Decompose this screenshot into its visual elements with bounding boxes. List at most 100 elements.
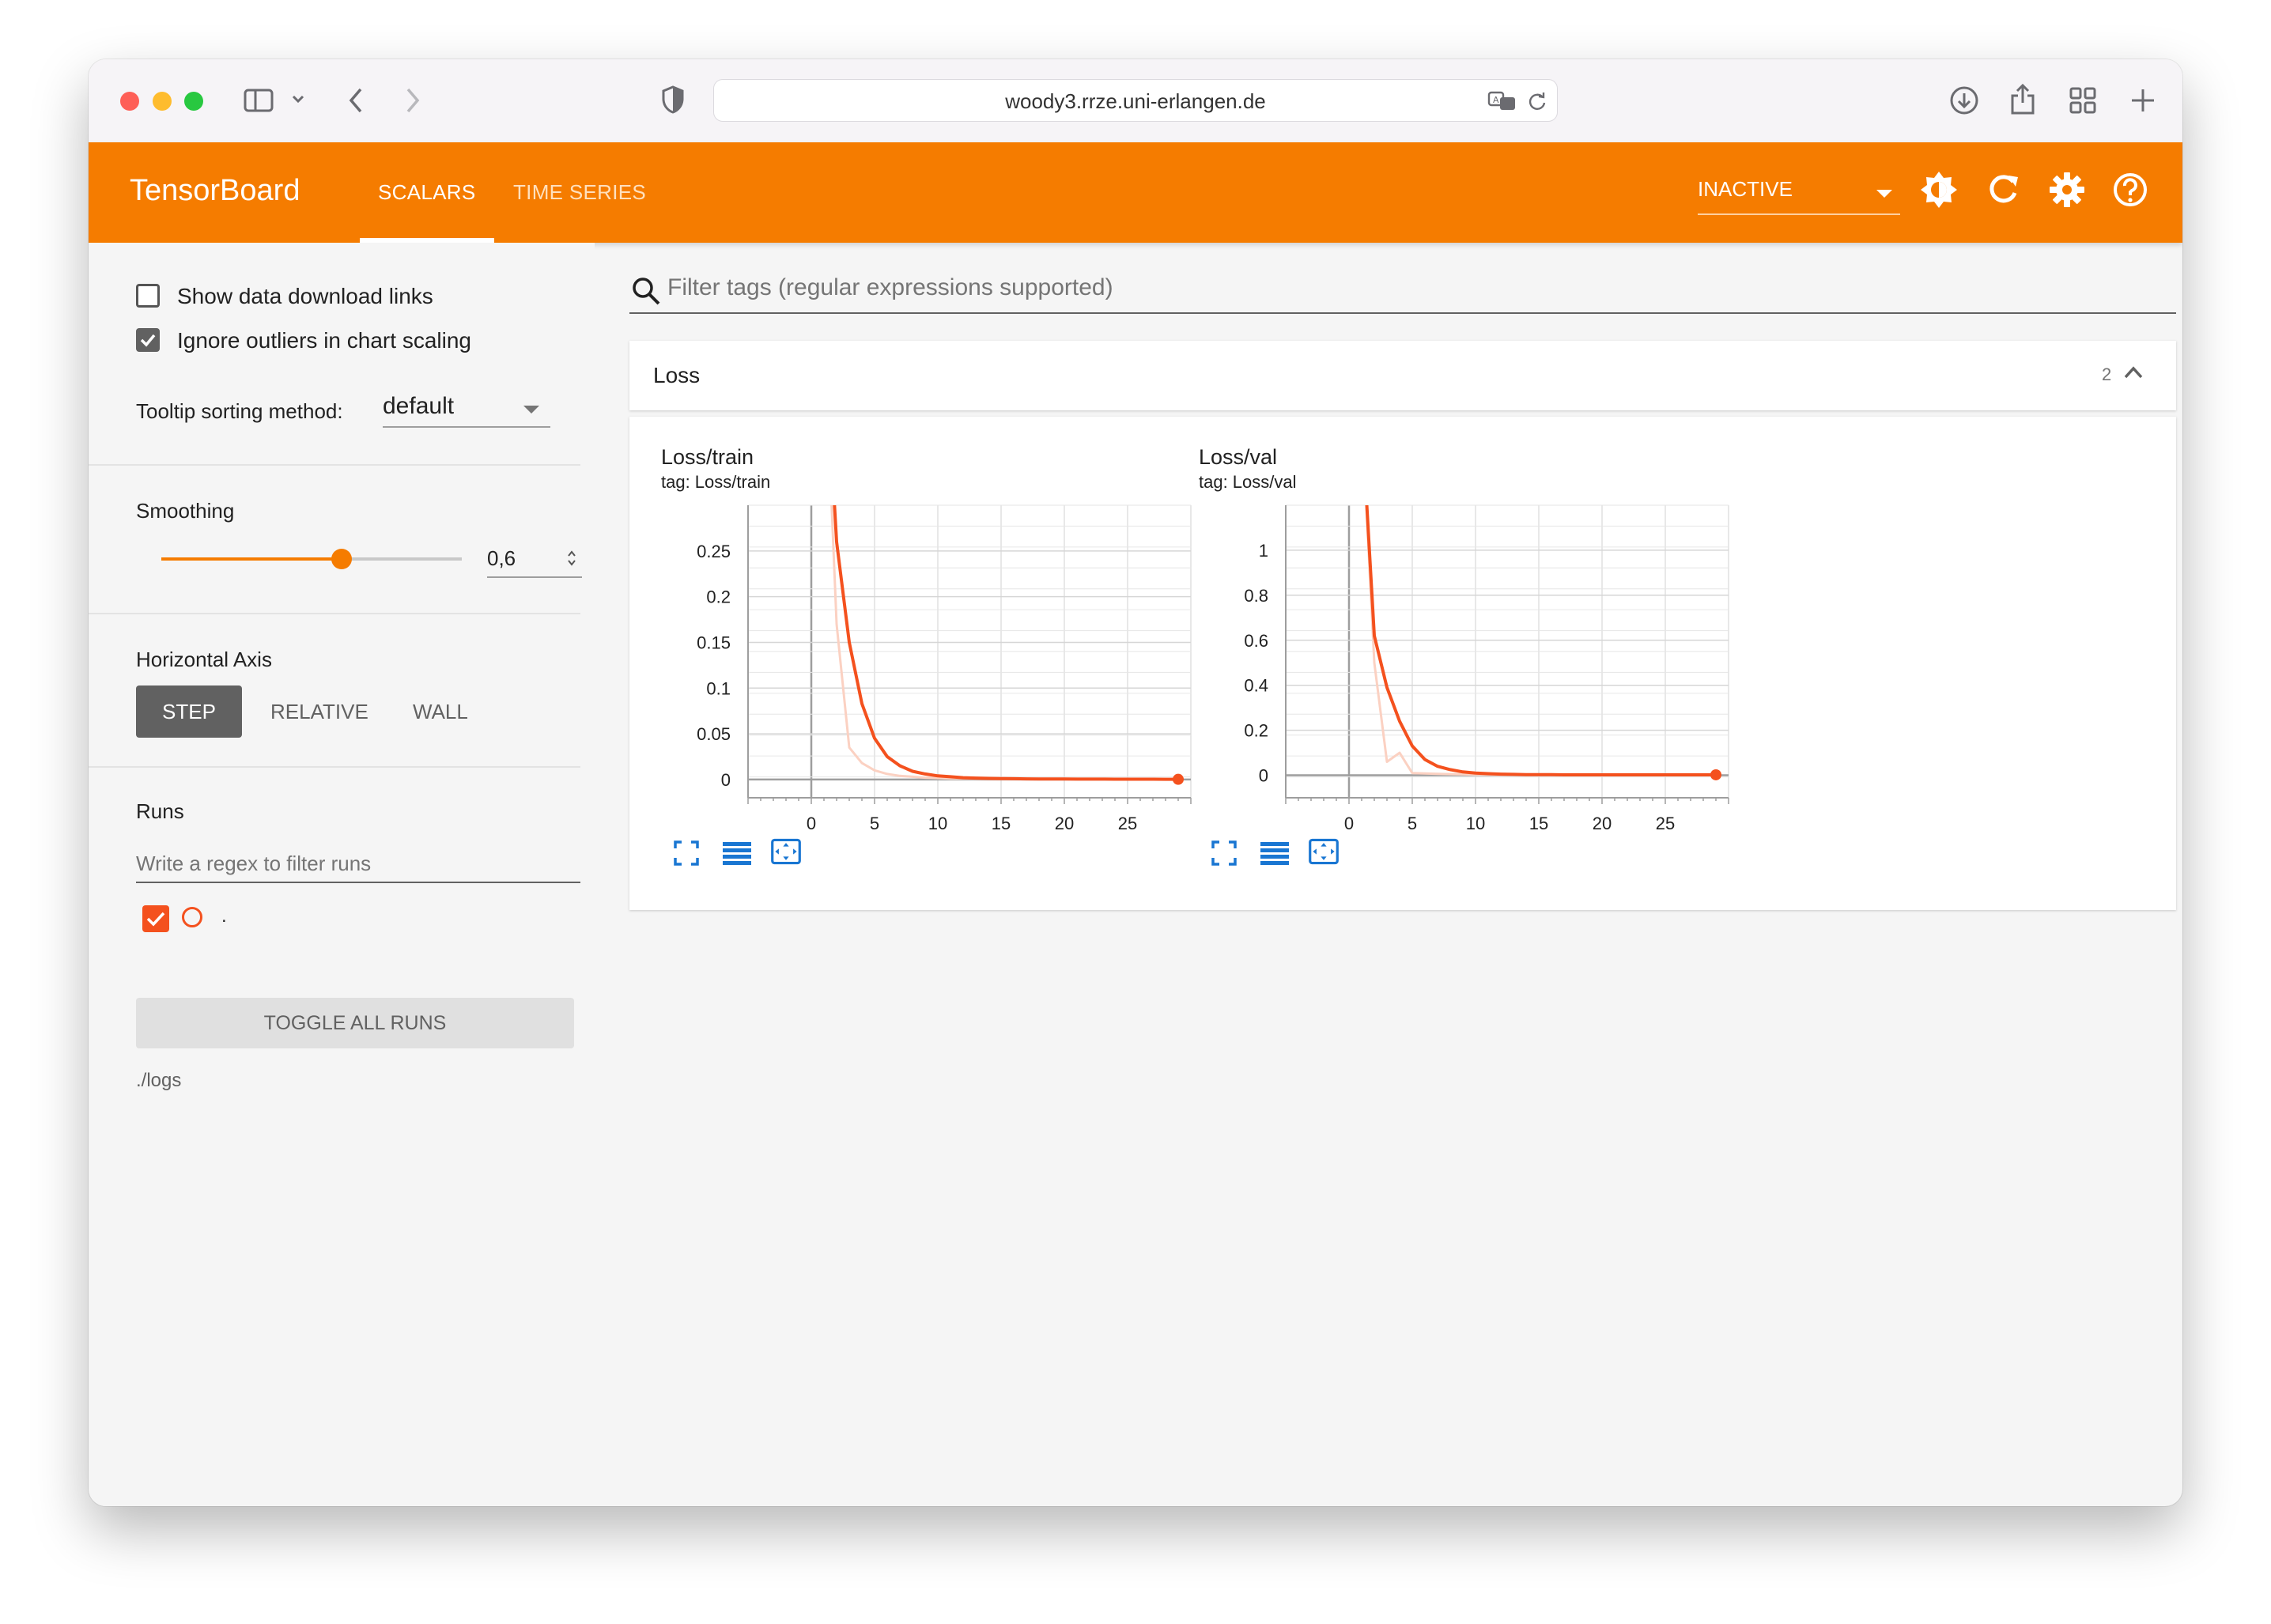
y-tick-label: 0.2 [706,587,731,607]
axis-relative-button[interactable]: RELATIVE [270,685,368,738]
smoothing-slider-fill [161,557,342,561]
y-tick-label: 0 [1259,766,1268,786]
stepper-arrows-icon[interactable] [566,548,577,568]
tab-time-series[interactable]: TIME SERIES [513,180,646,205]
url-text: woody3.rrze.uni-erlangen.de [1005,89,1266,113]
chart-title-val: Loss/val [1199,445,1278,469]
runs-filter-input[interactable]: Write a regex to filter runs [136,845,580,883]
y-tick-label: 0 [721,770,731,790]
x-tick-label: 15 [1529,814,1548,831]
reload-icon[interactable] [1983,169,2024,210]
y-tick-label: 0.05 [697,724,731,744]
tab-overview-icon[interactable] [2069,86,2097,115]
svg-text:A: A [1493,95,1499,105]
chart-tag-val: tag: Loss/val [1199,472,1297,492]
run-checkbox[interactable] [142,905,169,932]
y-tick-label: 0.15 [697,633,731,652]
runs-filter-placeholder: Write a regex to filter runs [136,852,372,875]
divider [89,766,580,768]
tag-filter-placeholder: Filter tags (regular expressions support… [667,274,1113,300]
tag-filter-input[interactable]: Filter tags (regular expressions support… [629,266,2176,314]
help-icon[interactable] [2110,169,2151,210]
plugin-select[interactable]: INACTIVE [1698,177,1900,215]
theme-toggle-icon[interactable] [1918,169,1959,210]
zoom-window-button[interactable] [184,92,203,111]
checkmark-icon [140,334,156,347]
group-count: 2 [2102,364,2112,384]
dropdown-arrow-icon [1876,190,1892,198]
x-tick-label: 25 [1656,814,1675,831]
y-tick-label: 0.6 [1244,631,1268,651]
x-tick-label: 25 [1118,814,1137,831]
plugin-select-value: INACTIVE [1698,177,1793,201]
x-tick-label: 20 [1593,814,1612,831]
x-tick-label: 10 [928,814,947,831]
new-tab-plus-icon[interactable] [2129,86,2157,115]
ignore-outliers-checkbox[interactable] [136,328,160,352]
runs-label: Runs [136,799,184,823]
chevron-up-icon[interactable] [2122,364,2144,380]
run-name: . [221,905,227,927]
downloads-icon[interactable] [1948,85,1980,116]
search-icon [633,278,660,305]
divider [89,464,580,466]
smoothing-slider-track[interactable] [161,549,462,569]
sidebar: Show data download links Ignore outliers… [89,243,595,1506]
privacy-shield-icon[interactable] [661,85,685,115]
x-tick-label: 15 [992,814,1011,831]
log-scale-toggle-icon[interactable] [1259,837,1290,869]
chart-title-train: Loss/train [661,445,754,469]
y-tick-label: 0.2 [1244,721,1268,741]
browser-toolbar: woody3.rrze.uni-erlangen.de A [89,59,2182,143]
log-scale-toggle-icon[interactable] [721,837,753,869]
share-icon[interactable] [2008,81,2037,116]
forward-arrow-icon[interactable] [403,86,422,115]
loss-train-chart[interactable]: 0 0.05 0.1 0.15 0.2 0.25 0 5 10 15 20 25 [677,499,1199,831]
browser-window: woody3.rrze.uni-erlangen.de A TensorBoar… [89,59,2182,1506]
x-tick-label: 5 [1408,814,1417,831]
smoothing-slider-thumb[interactable] [331,549,352,569]
fullscreen-toggle-icon[interactable] [671,837,702,869]
logdir-label: ./logs [136,1070,182,1091]
axis-wall-button[interactable]: WALL [413,685,468,738]
back-arrow-icon[interactable] [346,86,365,115]
loss-val-chart[interactable]: 00.20.40.60.810 5 10 15 20 25 [1215,499,1736,831]
show-download-links-checkbox[interactable] [136,284,160,308]
app-brand[interactable]: TensorBoard [130,174,300,208]
address-bar[interactable]: woody3.rrze.uni-erlangen.de A [713,79,1558,122]
smoothing-value: 0,6 [487,546,516,570]
horizontal-axis-label: Horizontal Axis [136,648,272,671]
fit-domain-icon[interactable] [770,836,802,867]
x-tick-label: 20 [1055,814,1074,831]
group-header-loss[interactable]: Loss 2 [629,341,2176,410]
toggle-all-runs-button[interactable]: TOGGLE ALL RUNS [136,998,574,1048]
x-tick-label: 0 [807,814,816,831]
x-tick-label: 0 [1344,814,1354,831]
minimize-window-button[interactable] [153,92,172,111]
y-tick-label: 0.1 [706,678,731,698]
y-tick-label: 0.4 [1244,676,1268,696]
axis-step-button[interactable]: STEP [136,685,242,738]
checkmark-icon [146,912,165,927]
divider [89,613,580,614]
run-color-swatch[interactable] [182,907,202,927]
translate-icon[interactable]: A [1487,91,1517,111]
smoothing-input[interactable]: 0,6 [487,542,582,578]
tab-scalars[interactable]: SCALARS [378,180,475,205]
reload-page-icon[interactable] [1527,91,1547,111]
fullscreen-toggle-icon[interactable] [1208,837,1240,869]
chart-tag-train: tag: Loss/train [661,472,771,492]
tooltip-sorting-select[interactable]: default [383,393,550,428]
y-tick-label: 1 [1259,541,1268,561]
fit-domain-icon[interactable] [1308,836,1340,867]
dropdown-arrow-icon [523,406,539,414]
y-tick-label: 0.8 [1244,586,1268,606]
show-download-links-label: Show data download links [177,284,433,308]
tooltip-sorting-value: default [383,393,455,419]
settings-gear-icon[interactable] [2046,169,2088,210]
tooltip-sorting-label: Tooltip sorting method: [136,399,343,423]
x-tick-label: 5 [870,814,879,831]
sidebar-toggle-icon[interactable] [244,88,275,113]
chevron-down-icon[interactable] [291,94,305,105]
close-window-button[interactable] [120,92,139,111]
